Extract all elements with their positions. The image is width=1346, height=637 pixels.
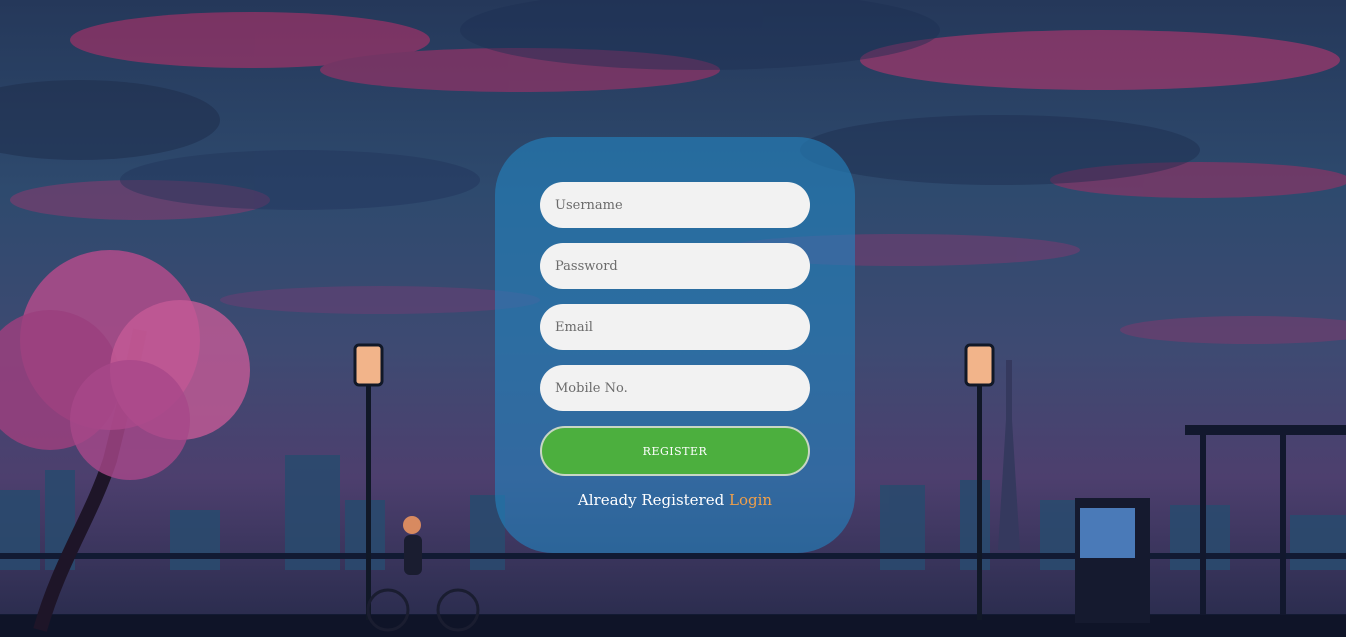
email-input[interactable] xyxy=(540,304,810,350)
already-registered-text: Already Registered xyxy=(577,491,725,509)
vending-machine xyxy=(1075,498,1150,623)
password-input[interactable] xyxy=(540,243,810,289)
cherry-tree xyxy=(0,250,250,632)
tower xyxy=(998,360,1020,550)
username-input[interactable] xyxy=(540,182,810,228)
street-lamp-left xyxy=(353,343,384,620)
register-button[interactable]: REGISTER xyxy=(540,426,810,476)
login-link[interactable]: Login xyxy=(729,491,772,509)
login-prompt: Already Registered Login xyxy=(495,491,855,509)
register-card: REGISTER Already Registered Login xyxy=(495,137,855,553)
mobile-input[interactable] xyxy=(540,365,810,411)
